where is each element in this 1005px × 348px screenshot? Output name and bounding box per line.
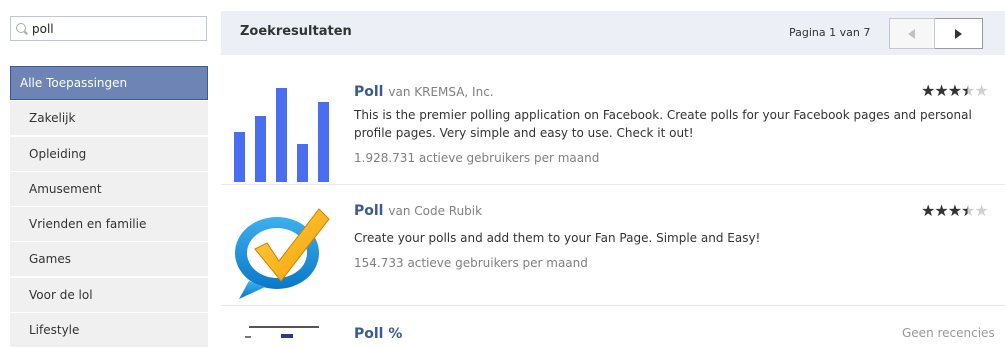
monthly-users: 154.733 actieve gebruikers per maand xyxy=(354,256,588,270)
sidebar-item-alle-toepassingen[interactable]: Alle Toepassingen xyxy=(10,66,208,100)
empty-star-icon: ★ xyxy=(974,81,988,100)
chevron-right-icon xyxy=(955,29,962,39)
search-icon xyxy=(16,23,26,33)
star-icon: ★ xyxy=(921,201,935,220)
sidebar-item-opleiding[interactable]: Opleiding xyxy=(10,136,208,171)
result-item: Poll van KREMSA, Inc. This is the premie… xyxy=(221,66,1005,184)
bar-chart-icon[interactable] xyxy=(231,78,335,182)
checkmark-bubble-icon[interactable] xyxy=(231,199,335,303)
star-icon: ★ xyxy=(934,201,948,220)
star-icon: ★ xyxy=(947,201,962,220)
app-name-row: Poll van KREMSA, Inc. xyxy=(354,84,494,100)
chevron-left-icon xyxy=(908,29,915,39)
half-star-icon: ★ xyxy=(961,201,975,220)
half-star-icon: ★ xyxy=(961,81,975,100)
pagination-info: Pagina 1 van 7 xyxy=(789,26,871,39)
developer-link[interactable]: van Code Rubik xyxy=(388,204,482,218)
page-title: Zoekresultaten xyxy=(240,24,352,39)
result-item: Poll van Code Rubik Create your polls an… xyxy=(221,185,1005,305)
app-description: This is the premier polling application … xyxy=(354,108,972,140)
sidebar-item-amusement[interactable]: Amusement xyxy=(10,171,208,206)
app-name-link[interactable]: Poll xyxy=(354,84,383,100)
app-description: Create your polls and add them to your F… xyxy=(354,231,761,245)
sidebar-item-games[interactable]: Games xyxy=(10,242,208,277)
sidebar-item-voor-de-lol[interactable]: Voor de lol xyxy=(10,277,208,312)
next-page-button[interactable] xyxy=(935,18,983,49)
app-name-link[interactable]: Poll xyxy=(354,203,383,219)
developer-link[interactable]: van KREMSA, Inc. xyxy=(388,85,493,99)
sidebar-item-vrienden-en-familie[interactable]: Vrienden en familie xyxy=(10,207,208,242)
monthly-users: 1.928.731 actieve gebruikers per maand xyxy=(354,151,600,165)
category-sidebar: Alle Toepassingen Zakelijk Opleiding Amu… xyxy=(10,66,208,348)
star-rating: ★★★★★ xyxy=(921,201,989,220)
app-name-link[interactable]: Poll % xyxy=(354,326,402,338)
result-item: Poll % xyxy=(221,306,1005,338)
results-header: Zoekresultaten Pagina 1 van 7 xyxy=(221,11,1005,55)
app-name-row: Poll van Code Rubik xyxy=(354,203,482,219)
star-icon: ★ xyxy=(947,81,962,100)
star-icon: ★ xyxy=(934,81,948,100)
empty-star-icon: ★ xyxy=(974,201,988,220)
search-input[interactable] xyxy=(32,20,202,38)
document-thumbnail-icon[interactable] xyxy=(231,324,335,338)
star-rating: ★★★★★ xyxy=(921,81,989,100)
star-icon: ★ xyxy=(921,81,935,100)
sidebar-item-lifestyle[interactable]: Lifestyle xyxy=(10,313,208,348)
previous-page-button[interactable] xyxy=(889,18,935,49)
search-box[interactable] xyxy=(10,16,207,41)
sidebar-item-zakelijk[interactable]: Zakelijk xyxy=(10,101,208,136)
